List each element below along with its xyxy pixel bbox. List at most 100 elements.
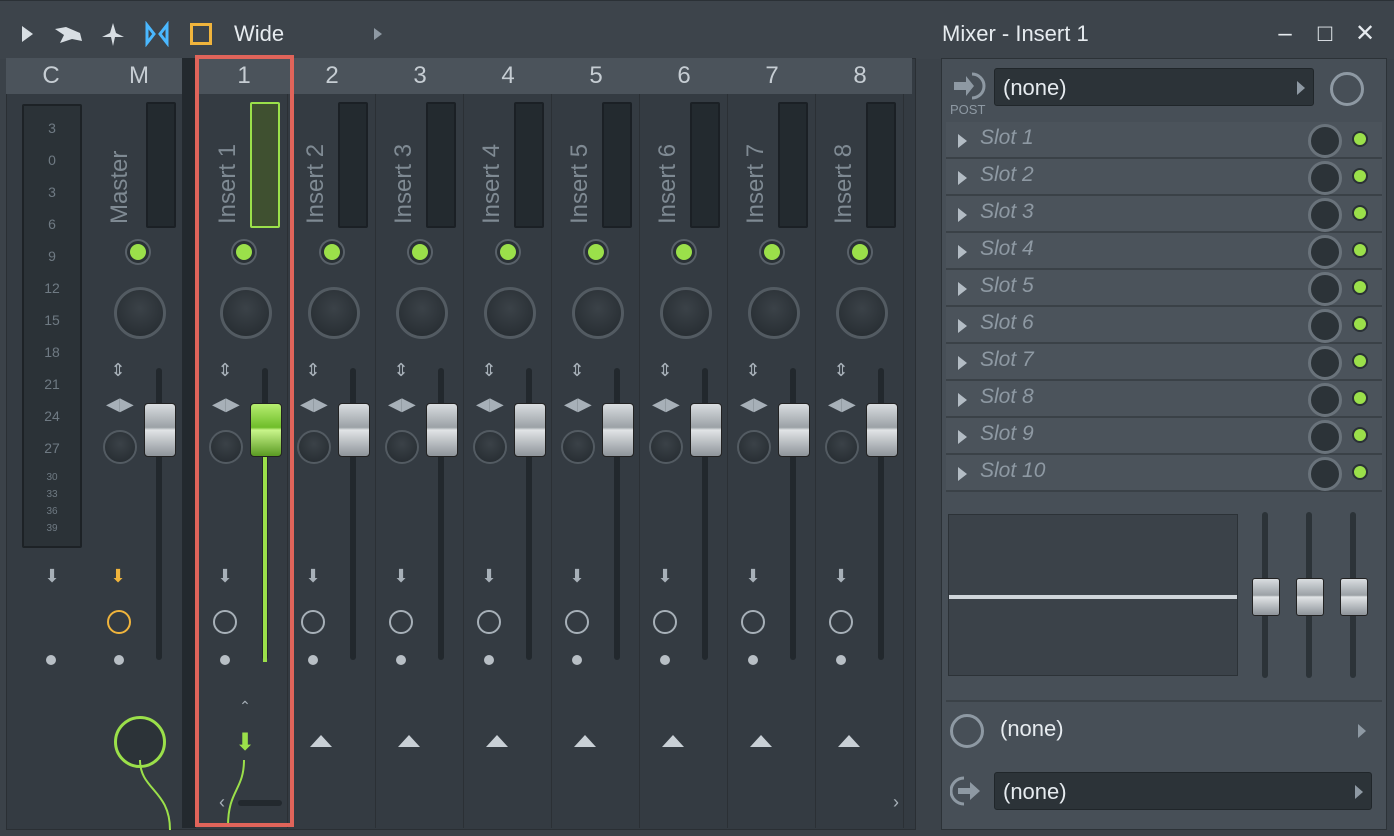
strip-header-insert-2[interactable]: 2: [288, 58, 376, 94]
mute-led[interactable]: [321, 241, 343, 263]
time-clock-icon[interactable]: [950, 714, 984, 748]
pan-knob[interactable]: [660, 287, 712, 339]
output-dropdown[interactable]: (none): [994, 772, 1372, 810]
slot-mix-knob[interactable]: [1308, 272, 1342, 306]
route-icon[interactable]: ⬇: [389, 566, 413, 587]
strip-dot[interactable]: [836, 655, 846, 665]
clock-icon[interactable]: [389, 610, 413, 634]
clock-icon[interactable]: [301, 610, 325, 634]
volume-fader[interactable]: [514, 403, 546, 457]
strip-dot[interactable]: [660, 655, 670, 665]
latency-clock-icon[interactable]: [1330, 72, 1364, 106]
mute-led[interactable]: [849, 241, 871, 263]
strip-dot[interactable]: [748, 655, 758, 665]
slot-mix-knob[interactable]: [1308, 346, 1342, 380]
pan-knob[interactable]: [484, 287, 536, 339]
effect-slot[interactable]: Slot 4: [946, 233, 1382, 270]
send-arrow-icon[interactable]: [398, 735, 420, 747]
stereo-knob[interactable]: [473, 430, 507, 464]
send-arrow-icon[interactable]: [310, 735, 332, 747]
slot-mix-knob[interactable]: [1308, 457, 1342, 491]
strip-name-insert-6[interactable]: Insert 6: [654, 144, 682, 224]
slot-enable-led[interactable]: [1352, 279, 1368, 295]
slot-mix-knob[interactable]: [1308, 235, 1342, 269]
mute-led[interactable]: [761, 241, 783, 263]
send-arrow-icon[interactable]: [662, 735, 684, 747]
input-dropdown[interactable]: (none): [994, 68, 1314, 106]
slot-expand-icon[interactable]: [958, 171, 967, 185]
effect-slot[interactable]: Slot 9: [946, 418, 1382, 455]
slot-enable-led[interactable]: [1352, 390, 1368, 406]
route-icon[interactable]: ⬇: [565, 566, 589, 587]
clock-icon[interactable]: [565, 610, 589, 634]
slot-expand-icon[interactable]: [958, 393, 967, 407]
send-arrow-icon[interactable]: [574, 735, 596, 747]
stereo-icon[interactable]: ◀▶: [300, 394, 328, 415]
pan-knob[interactable]: [836, 287, 888, 339]
pan-knob[interactable]: [308, 287, 360, 339]
strip-dot[interactable]: [484, 655, 494, 665]
send-arrow-icon[interactable]: [486, 735, 508, 747]
swap-icon[interactable]: ⇕: [653, 360, 677, 381]
stereo-knob[interactable]: [737, 430, 771, 464]
mute-led[interactable]: [673, 241, 695, 263]
preset-arrow-icon[interactable]: [368, 21, 394, 47]
slot-enable-led[interactable]: [1352, 131, 1368, 147]
slot-enable-led[interactable]: [1352, 242, 1368, 258]
slot-enable-led[interactable]: [1352, 353, 1368, 369]
effect-slot[interactable]: Slot 2: [946, 159, 1382, 196]
animal-icon[interactable]: [52, 21, 86, 47]
volume-fader[interactable]: [338, 403, 370, 457]
route-icon[interactable]: ⬇: [301, 566, 325, 587]
mute-led[interactable]: [585, 241, 607, 263]
volume-fader[interactable]: [602, 403, 634, 457]
wide-view-icon[interactable]: [190, 23, 212, 45]
swap-icon[interactable]: ⇕: [829, 360, 853, 381]
strip-name-insert-7[interactable]: Insert 7: [742, 144, 770, 224]
route-icon[interactable]: ⬇: [741, 566, 765, 587]
stereo-icon[interactable]: ◀▶: [740, 394, 768, 415]
strip-header-insert-4[interactable]: 4: [464, 58, 552, 94]
effect-slot[interactable]: Slot 1: [946, 122, 1382, 159]
slot-enable-led[interactable]: [1352, 205, 1368, 221]
slot-enable-led[interactable]: [1352, 316, 1368, 332]
strip-dot[interactable]: [572, 655, 582, 665]
strip-header-insert-6[interactable]: 6: [640, 58, 728, 94]
strip-dot[interactable]: [308, 655, 318, 665]
swap-icon[interactable]: ⇕: [477, 360, 501, 381]
slot-enable-led[interactable]: [1352, 427, 1368, 443]
slot-mix-knob[interactable]: [1308, 161, 1342, 195]
swap-icon[interactable]: ⇕: [389, 360, 413, 381]
clock-icon[interactable]: [653, 610, 677, 634]
strip-header-insert-5[interactable]: 5: [552, 58, 640, 94]
stereo-icon[interactable]: ◀▶: [828, 394, 856, 415]
slot-mix-knob[interactable]: [1308, 383, 1342, 417]
send-arrow-icon[interactable]: [750, 735, 772, 747]
stereo-knob[interactable]: [561, 430, 595, 464]
strip-name-master[interactable]: Master: [106, 151, 134, 224]
mute-led[interactable]: [409, 241, 431, 263]
preset-label[interactable]: Wide: [234, 21, 284, 47]
scroll-left-icon[interactable]: ‹: [210, 792, 234, 813]
slot-expand-icon[interactable]: [958, 467, 967, 481]
strip-name-insert-8[interactable]: Insert 8: [830, 144, 858, 224]
close-icon[interactable]: ✕: [1352, 21, 1378, 47]
effect-slot[interactable]: Slot 8: [946, 381, 1382, 418]
swap-icon[interactable]: ⇕: [741, 360, 765, 381]
slot-expand-icon[interactable]: [958, 319, 967, 333]
stereo-icon[interactable]: ◀▶: [388, 394, 416, 415]
clock-icon[interactable]: [829, 610, 853, 634]
volume-fader[interactable]: [778, 403, 810, 457]
stereo-knob[interactable]: [649, 430, 683, 464]
mixer-layout-icon[interactable]: [144, 21, 170, 47]
slot-mix-knob[interactable]: [1308, 420, 1342, 454]
strip-header-c[interactable]: C: [8, 58, 94, 94]
route-icon[interactable]: ⬇: [829, 566, 853, 587]
slot-expand-icon[interactable]: [958, 134, 967, 148]
mute-led[interactable]: [127, 241, 149, 263]
eq-band-fader[interactable]: [1252, 578, 1280, 616]
stereo-knob[interactable]: [385, 430, 419, 464]
slot-expand-icon[interactable]: [958, 356, 967, 370]
scroll-right-icon[interactable]: ›: [884, 792, 908, 813]
menu-arrow-icon[interactable]: [14, 21, 40, 47]
